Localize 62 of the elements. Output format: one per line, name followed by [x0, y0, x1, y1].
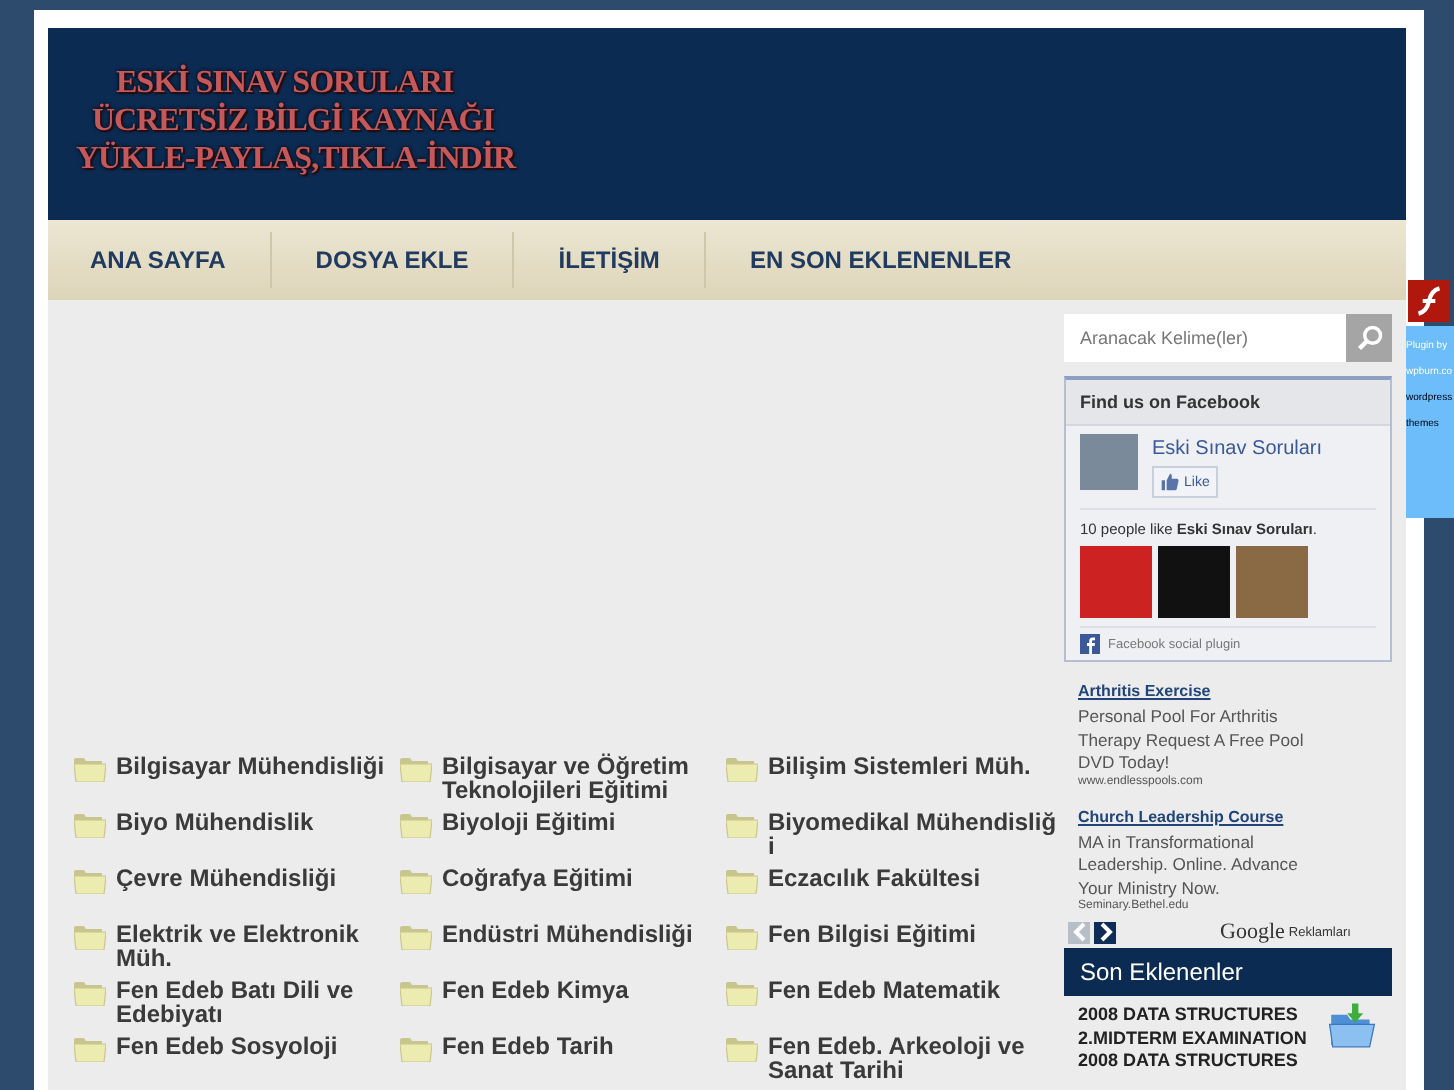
category-link[interactable]: Biyoloji Eğitimi	[442, 810, 616, 834]
page-name-link[interactable]: Eski Sınav Soruları	[1152, 438, 1323, 460]
ad-text: Personal Pool For Arthritis Therapy Request A Free Pool DVD Today!	[1078, 706, 1306, 775]
flash-icon[interactable]	[1408, 280, 1450, 322]
category-link[interactable]: Fen Bilgisi Eğitimi	[768, 922, 977, 946]
search-icon	[1355, 324, 1383, 352]
download-folder-icon	[1326, 1002, 1378, 1050]
category-link[interactable]: Fen Edeb Kimya	[442, 978, 629, 1002]
page-photo-placeholder	[1080, 434, 1138, 490]
folder-icon	[74, 758, 106, 782]
nav-link[interactable]: DOSYA EKLE	[271, 232, 515, 288]
category-link[interactable]: Bilgisayar ve Öğretim Teknolojileri Eğitimi	[442, 754, 726, 802]
widget-title: Find us on Facebook	[1066, 380, 1390, 426]
category-link[interactable]: Endüstri Mühendisliği	[442, 922, 693, 946]
recent-file-link[interactable]: 2008 DATA STRUCTURES	[1078, 1050, 1378, 1073]
nav-link[interactable]: EN SON EKLENENLER	[705, 232, 1056, 288]
category-link[interactable]: Coğrafya Eğitimi	[442, 866, 633, 890]
category-link[interactable]: Fen Edeb Sosyoloji	[116, 1034, 338, 1058]
folder-icon	[726, 870, 758, 894]
category-link[interactable]: Eczacılık Fakültesi	[768, 866, 981, 890]
thumbs-up-icon	[1160, 472, 1180, 492]
category-link[interactable]: Fen Edeb Matematik	[768, 978, 1001, 1002]
ad-text: MA in Transformational Leadership. Online. Advance Your Ministry Now.	[1078, 831, 1300, 898]
category-link[interactable]: Fen Edeb Tarih	[442, 1034, 614, 1058]
category-link[interactable]: Fen Edeb Batı Dili ve Edebiyatı	[116, 978, 400, 1026]
folder-icon	[74, 982, 106, 1006]
category-link[interactable]: Biyo Mühendislik	[116, 810, 314, 834]
folder-icon	[74, 1038, 106, 1062]
category-link[interactable]: Çevre Mühendisliği	[116, 866, 337, 890]
nav-link[interactable]: ANA SAYFA	[48, 232, 272, 288]
folder-icon	[74, 926, 106, 950]
folder-icon	[400, 814, 432, 838]
next-button[interactable]	[1094, 921, 1116, 943]
nav-link[interactable]: İLETİŞİM	[514, 232, 706, 288]
category-link[interactable]: Elektrik ve Elektronik Müh.	[116, 922, 400, 970]
facebook-icon	[1080, 634, 1100, 654]
folder-icon	[726, 926, 758, 950]
category-link[interactable]: Bilişim Sistemleri Müh.	[768, 754, 1031, 778]
folder-icon	[74, 870, 106, 894]
folder-icon	[400, 870, 432, 894]
fan-photo-placeholder[interactable]	[1236, 546, 1308, 618]
search-button[interactable]	[1346, 314, 1392, 362]
category-link[interactable]: Fen Edeb. Arkeoloji ve Sanat Tarihi	[768, 1034, 1066, 1082]
folder-icon	[400, 758, 432, 782]
fan-photo-placeholder[interactable]	[1158, 546, 1230, 618]
google-logo: Google	[1220, 920, 1285, 944]
folder-icon	[726, 1038, 758, 1062]
section-header: Son Eklenenler	[1064, 948, 1392, 996]
ad-title-link[interactable]: Church Leadership Course	[1078, 807, 1284, 825]
folder-icon	[74, 814, 106, 838]
fan-photo-placeholder[interactable]	[1080, 546, 1152, 618]
folder-icon	[726, 758, 758, 782]
folder-icon	[400, 926, 432, 950]
folder-icon	[726, 982, 758, 1006]
folder-icon	[400, 982, 432, 1006]
search-field[interactable]: Aranacak Kelime(ler)	[1064, 314, 1346, 362]
category-link[interactable]: Biyomedikal Mühendisliğ i	[768, 810, 1066, 858]
ad-title-link[interactable]: Arthritis Exercise	[1078, 682, 1211, 700]
folder-icon	[726, 814, 758, 838]
recent-file-link[interactable]: 2008 DATA STRUCTURES 2.MIDTERM EXAMINATION	[1078, 1004, 1318, 1050]
category-link[interactable]: Bilgisayar Mühendisliği	[116, 754, 385, 778]
folder-icon	[400, 1038, 432, 1062]
